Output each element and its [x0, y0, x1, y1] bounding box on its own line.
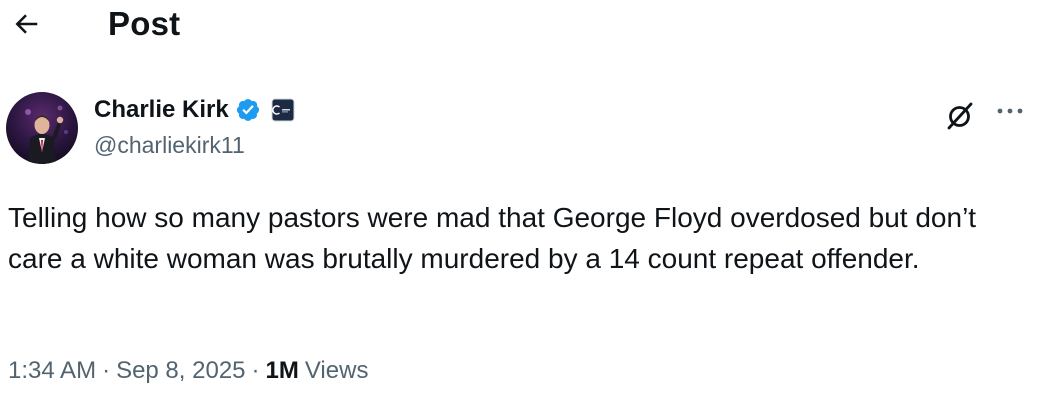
- meta-separator: ·: [251, 357, 260, 384]
- verified-badge-icon: [235, 97, 261, 123]
- organization-badge-icon[interactable]: [271, 98, 295, 122]
- grok-icon: [947, 102, 973, 130]
- author-block: Charlie Kirk @charliekirk11: [94, 94, 295, 160]
- arrow-left-icon: [15, 14, 38, 34]
- tweet-time[interactable]: 1:34 AM: [8, 354, 96, 388]
- author-display-name[interactable]: Charlie Kirk: [94, 94, 229, 126]
- views-count: 1M: [265, 357, 299, 384]
- grok-button[interactable]: [940, 96, 980, 136]
- views-label: Views: [304, 357, 369, 384]
- page-title: Post: [108, 5, 181, 42]
- back-button[interactable]: [4, 2, 48, 46]
- tweet-date[interactable]: Sep 8, 2025: [116, 354, 245, 388]
- avatar[interactable]: [6, 92, 78, 164]
- avatar-image: [6, 92, 78, 164]
- author-handle[interactable]: @charliekirk11: [94, 130, 295, 160]
- tweet-text: Telling how so many pastors were mad tha…: [8, 202, 984, 274]
- author-name-row: Charlie Kirk: [94, 94, 295, 126]
- post-header: Post: [0, 0, 1042, 52]
- more-dots-icon: [997, 108, 1023, 114]
- more-options-button[interactable]: [990, 96, 1030, 126]
- tweet-meta: 1:34 AM · Sep 8, 2025 · 1M Views: [8, 354, 368, 388]
- meta-separator: ·: [102, 357, 111, 384]
